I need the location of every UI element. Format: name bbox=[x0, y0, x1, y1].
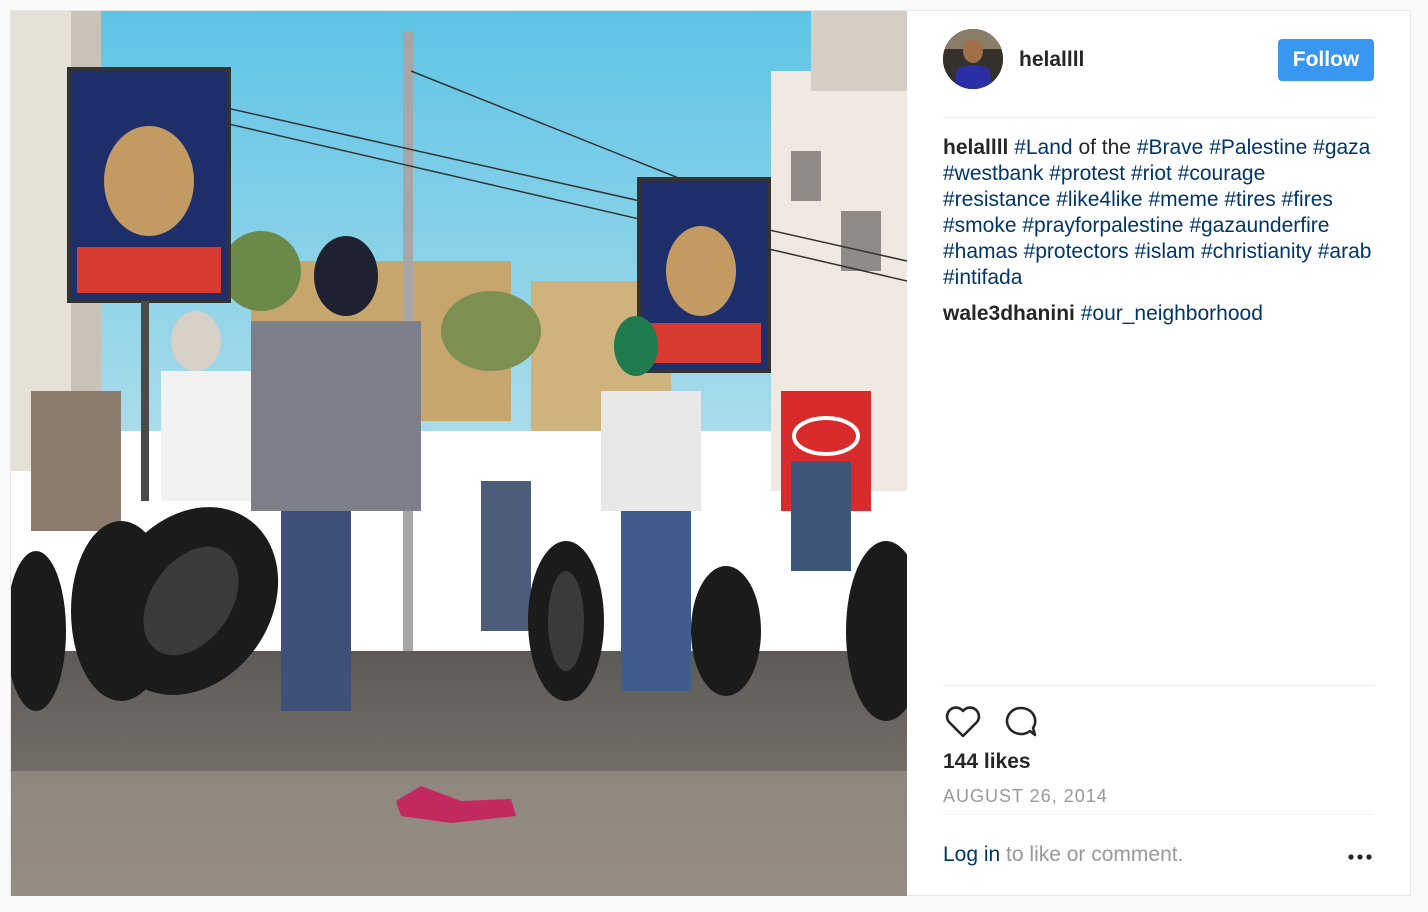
hashtag-link[interactable]: #christianity bbox=[1201, 240, 1312, 263]
hashtag-link[interactable]: #like4like bbox=[1056, 188, 1142, 211]
follow-button[interactable]: Follow bbox=[1278, 39, 1374, 81]
hashtag-link[interactable]: #riot bbox=[1131, 162, 1172, 185]
heart-icon[interactable] bbox=[943, 702, 983, 742]
post-actions: 144 likes AUGUST 26, 2014 bbox=[943, 685, 1374, 815]
hashtag-link[interactable]: #prayforpalestine bbox=[1022, 214, 1183, 237]
like-count[interactable]: 144 likes bbox=[943, 750, 1031, 774]
caption-author[interactable]: helallll bbox=[943, 136, 1008, 159]
comment-author[interactable]: wale3dhanini bbox=[943, 302, 1075, 325]
comments-section: helallll #Land of the #Brave #Palestine … bbox=[943, 135, 1374, 337]
hashtag-link[interactable]: #courage bbox=[1178, 162, 1266, 185]
hashtag-link[interactable]: #smoke bbox=[943, 214, 1017, 237]
post-sidebar: helallll Follow helallll #Land of the #B… bbox=[907, 11, 1410, 895]
hashtag-link[interactable]: #westbank bbox=[943, 162, 1043, 185]
instagram-post: helallll Follow helallll #Land of the #B… bbox=[10, 10, 1411, 896]
hashtag-link[interactable]: #protest bbox=[1049, 162, 1125, 185]
caption: helallll #Land of the #Brave #Palestine … bbox=[943, 135, 1374, 291]
hashtag-link[interactable]: #tires bbox=[1224, 188, 1275, 211]
hashtag-link[interactable]: #arab bbox=[1318, 240, 1372, 263]
post-header: helallll Follow bbox=[943, 11, 1374, 118]
hashtag-link[interactable]: #hamas bbox=[943, 240, 1018, 263]
username[interactable]: helallll bbox=[1019, 48, 1084, 72]
hashtag-link[interactable]: #resistance bbox=[943, 188, 1050, 211]
login-link[interactable]: Log in bbox=[943, 843, 1000, 866]
hashtag-link[interactable]: #gaza bbox=[1313, 136, 1370, 159]
hashtag-link[interactable]: #fires bbox=[1282, 188, 1333, 211]
hashtag-link[interactable]: #protectors bbox=[1024, 240, 1129, 263]
avatar-image bbox=[943, 29, 1003, 89]
hashtag-link[interactable]: #meme bbox=[1148, 188, 1218, 211]
hashtag-link[interactable]: #gazaunderfire bbox=[1189, 214, 1329, 237]
login-prompt: Log in to like or comment. bbox=[943, 843, 1374, 873]
avatar[interactable] bbox=[943, 29, 1003, 89]
hashtag-link[interactable]: #Palestine bbox=[1209, 136, 1307, 159]
comment: wale3dhanini #our_neighborhood bbox=[943, 301, 1374, 327]
comment-hashtag[interactable]: #our_neighborhood bbox=[1081, 302, 1263, 325]
post-date: AUGUST 26, 2014 bbox=[943, 786, 1108, 806]
hashtag-link[interactable]: #Brave bbox=[1137, 136, 1204, 159]
hashtag-link[interactable]: #intifada bbox=[943, 266, 1022, 289]
ellipsis-icon[interactable] bbox=[1346, 847, 1374, 867]
hashtag-link[interactable]: #Land bbox=[1014, 136, 1072, 159]
caption-word: of the bbox=[1072, 136, 1137, 159]
caption-text: #Land of the #Brave #Palestine #gaza #we… bbox=[943, 136, 1371, 289]
login-prompt-text: to like or comment. bbox=[1000, 843, 1184, 866]
post-photo[interactable] bbox=[11, 11, 907, 896]
protest-street-photo bbox=[11, 11, 907, 896]
speech-bubble-icon[interactable] bbox=[1001, 702, 1041, 742]
hashtag-link[interactable]: #islam bbox=[1134, 240, 1195, 263]
